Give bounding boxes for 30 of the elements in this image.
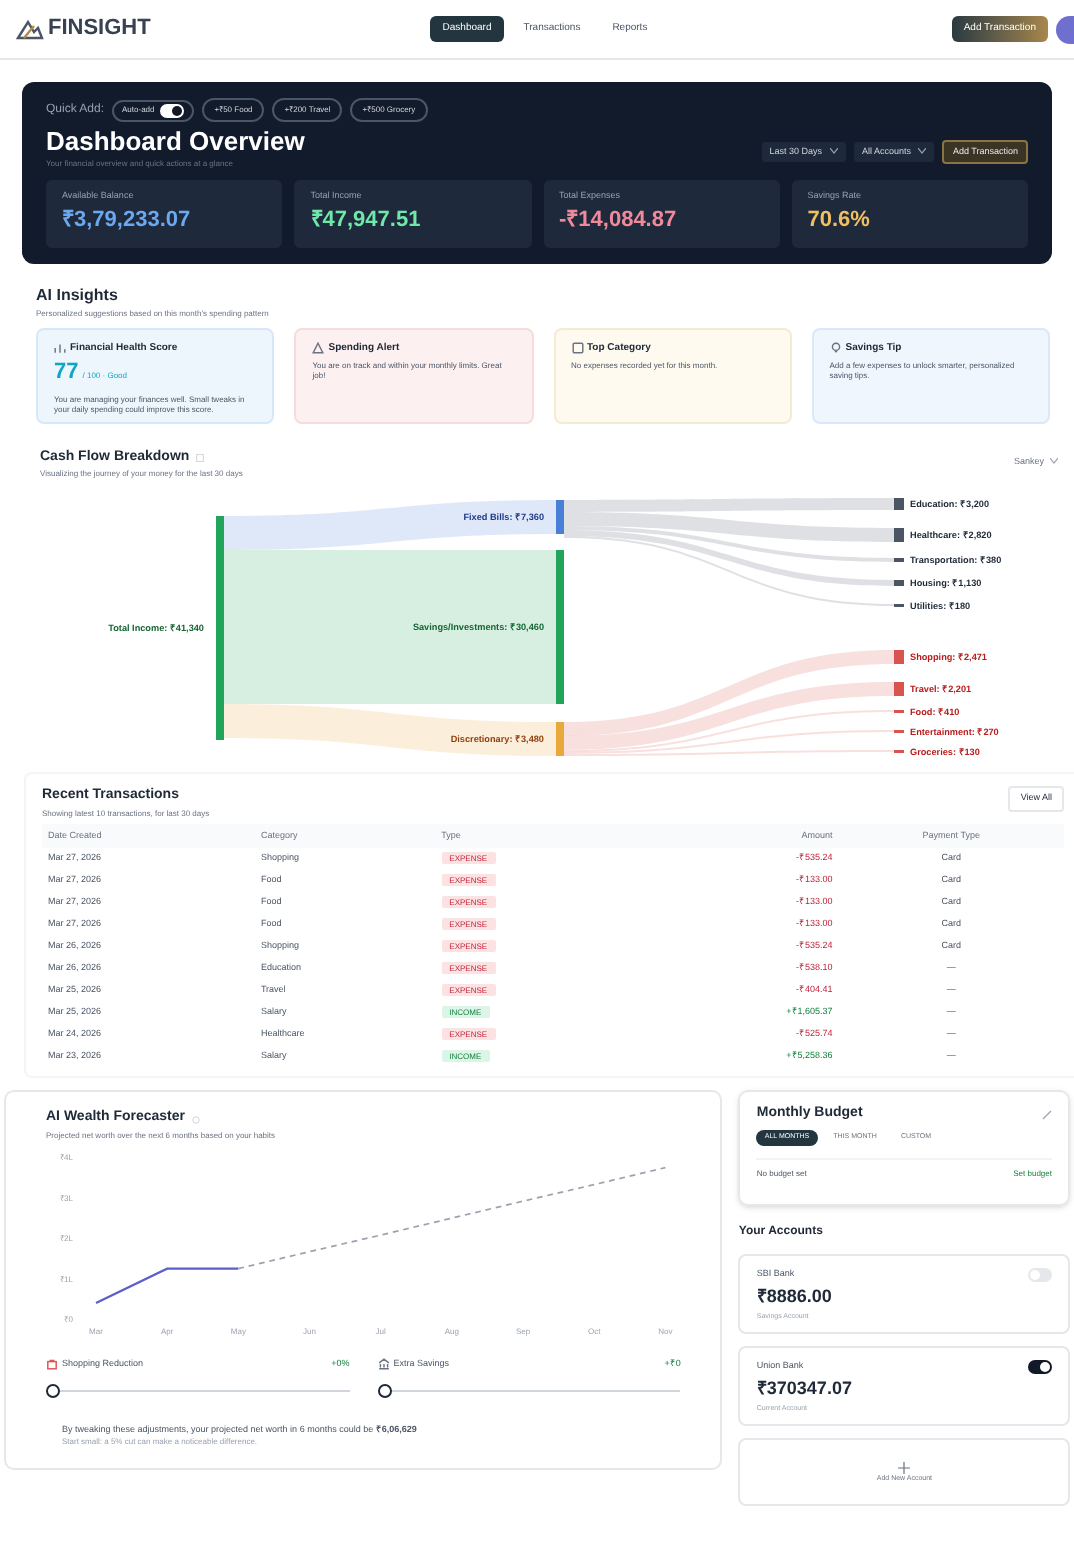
info-icon [195,453,204,462]
avatar[interactable] [1055,15,1074,43]
stat-value: ₹47,947.51 [310,206,423,236]
caret-icon [918,148,927,155]
section-title: AI Insights [36,283,120,307]
tag-icon [571,342,583,355]
stat-value: 70.6% [807,206,872,236]
plus-icon [898,1461,911,1474]
account-balance: ₹370347.07 [756,1376,854,1403]
slider-thumb[interactable] [377,1383,392,1397]
mountain-logo-icon [16,18,44,40]
stat-value: -₹14,084.87 [559,206,679,236]
toggle-switch[interactable] [160,103,185,117]
slider-thumb[interactable] [46,1383,60,1397]
toggle-switch[interactable] [1028,1268,1052,1283]
caret-icon [1050,458,1058,465]
bag-icon [46,1358,58,1371]
health-score: 77 [54,358,79,388]
dashboard-title: Dashboard Overview [46,126,305,159]
caret-icon [829,148,838,155]
toggle-switch[interactable] [1028,1360,1052,1375]
chart-icon [54,342,66,355]
warning-icon [312,342,325,355]
bank-icon [377,1358,390,1371]
actual-line [95,1266,239,1304]
pencil-icon[interactable] [1042,1110,1052,1120]
lightbulb-icon [829,342,842,355]
stat-value: ₹3,79,233.07 [62,206,193,236]
brand-name: FINSIGHT [48,14,151,45]
account-balance: ₹8886.00 [756,1284,834,1311]
